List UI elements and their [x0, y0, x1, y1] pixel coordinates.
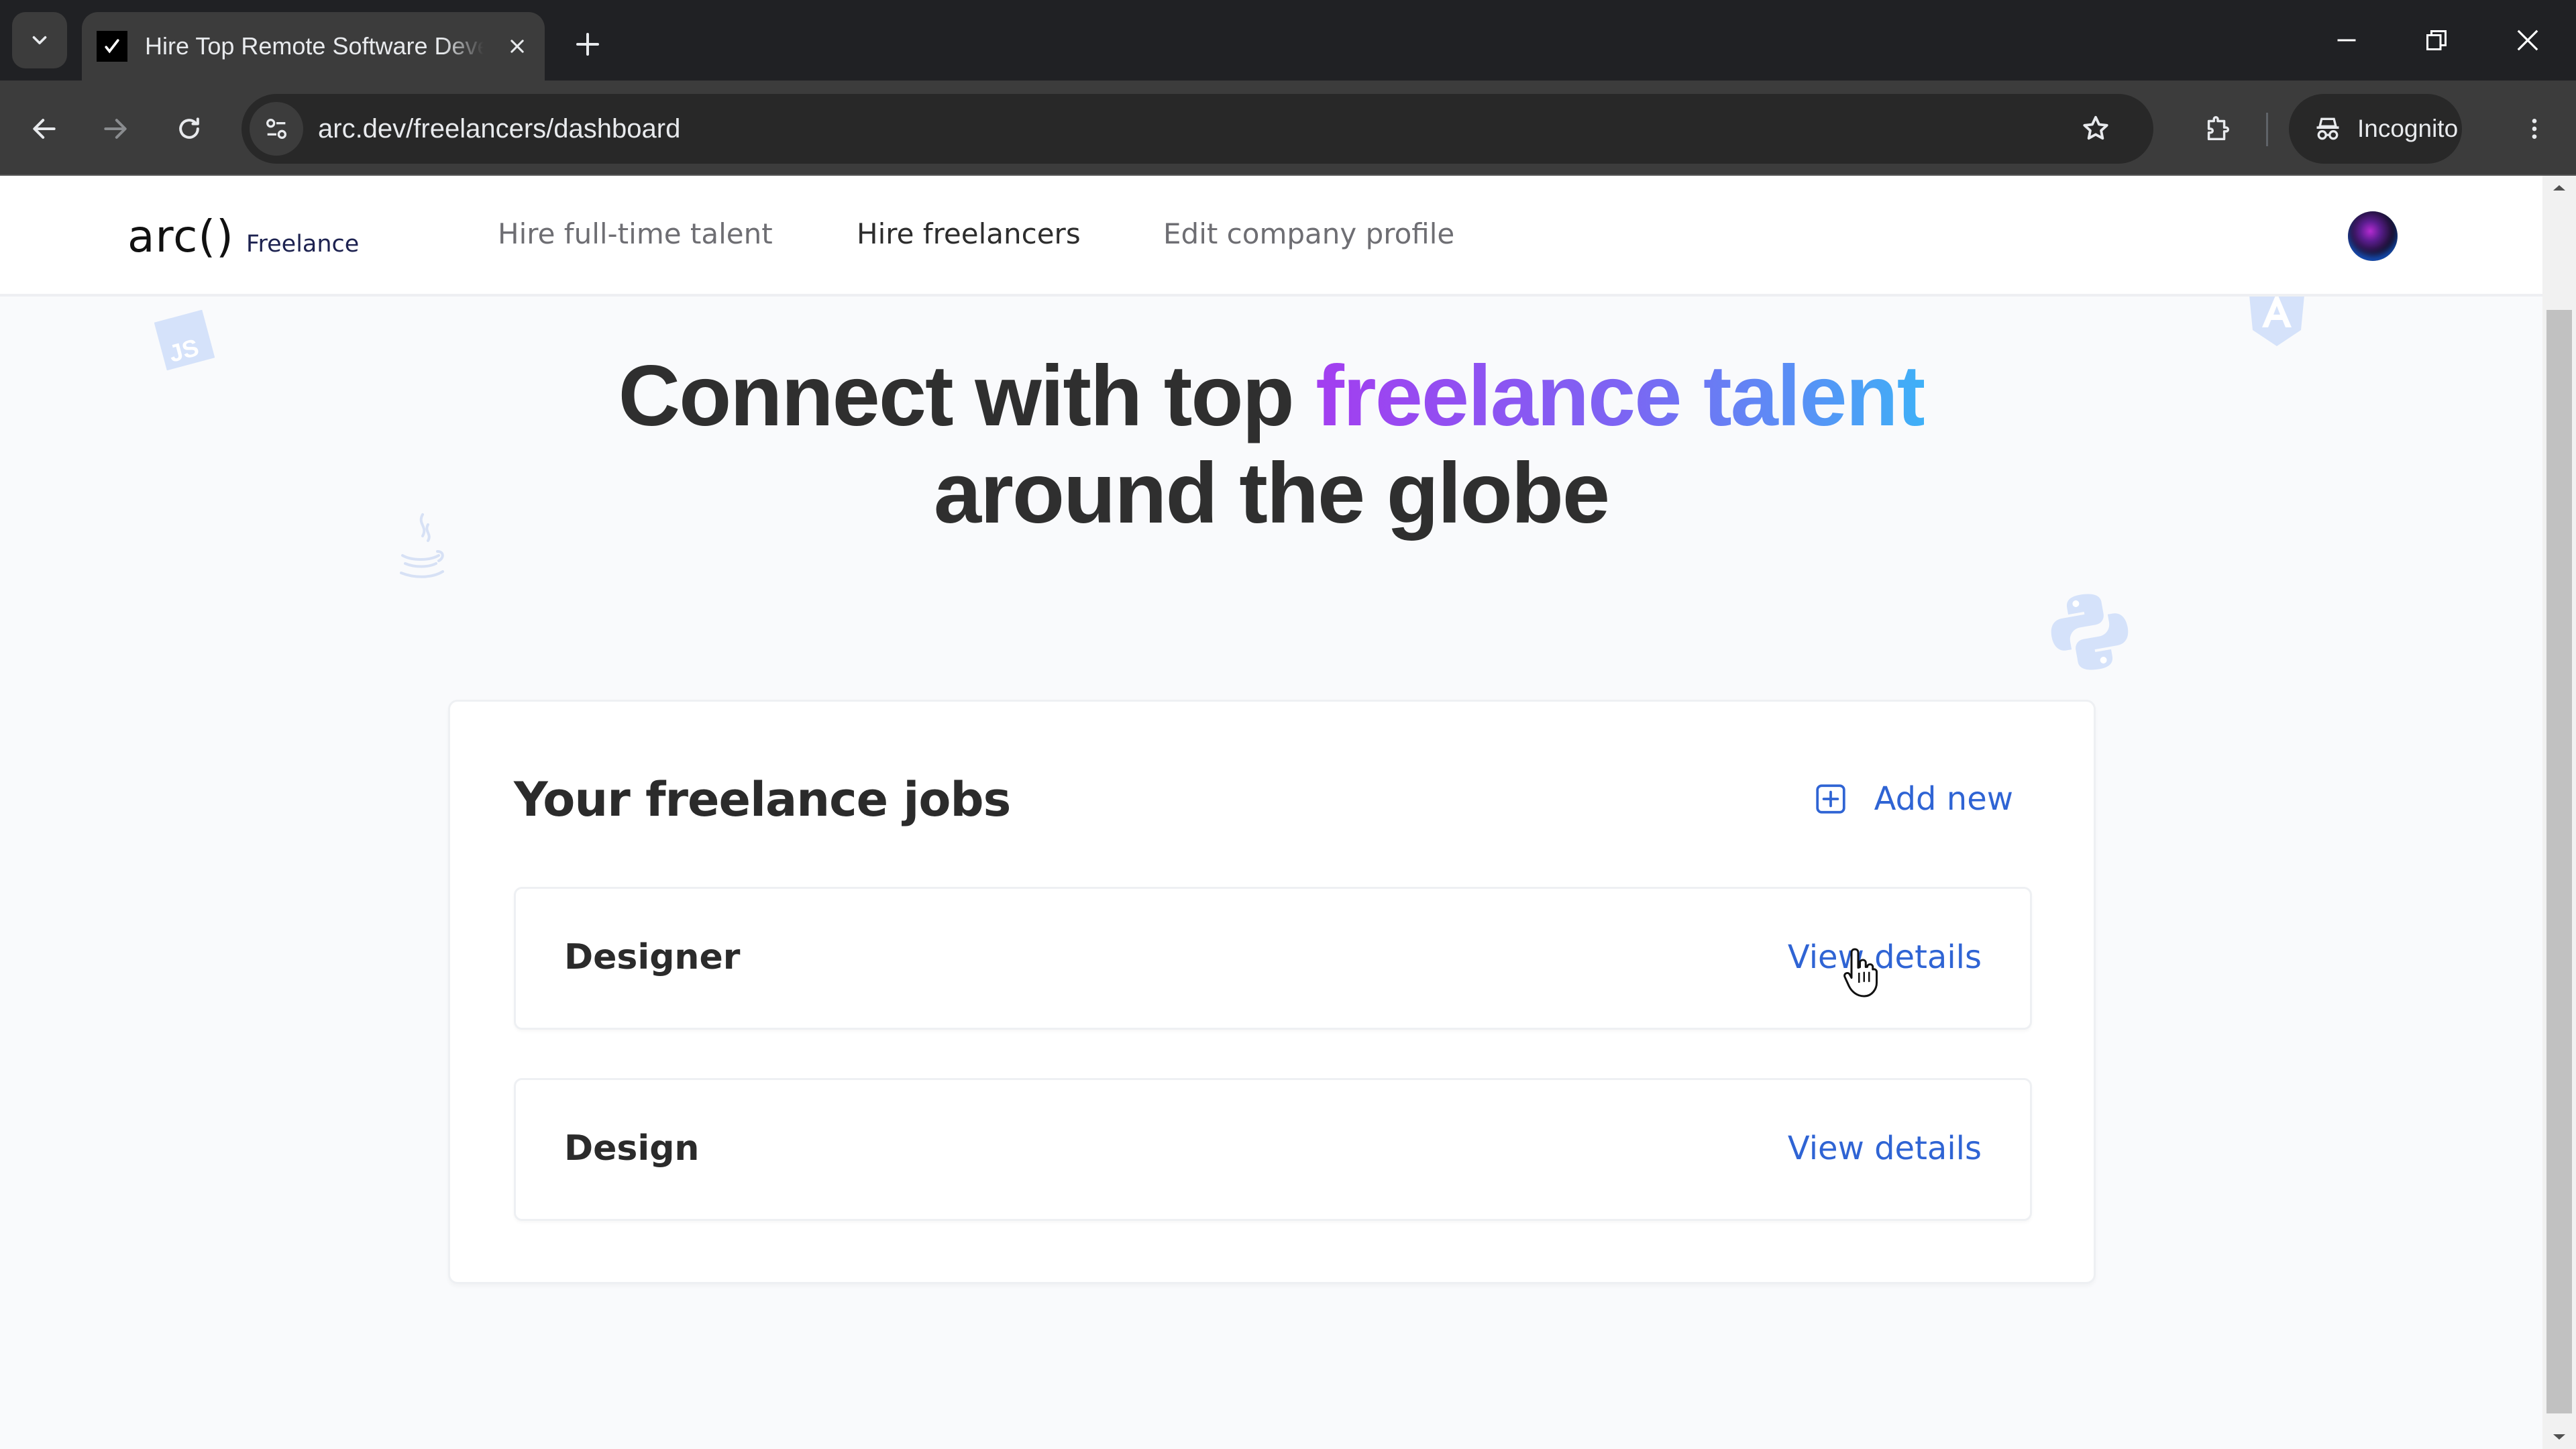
browser-toolbar: arc.dev/freelancers/dashboard Incognito — [0, 80, 2576, 176]
extensions-icon — [2207, 116, 2229, 141]
window-close-button[interactable] — [2494, 13, 2561, 67]
address-bar[interactable]: arc.dev/freelancers/dashboard — [241, 94, 2153, 164]
back-button[interactable] — [19, 103, 70, 154]
scroll-down-button[interactable] — [2542, 1417, 2576, 1444]
tab-strip: Hire Top Remote Software Developers — [0, 0, 2576, 80]
url-text[interactable]: arc.dev/freelancers/dashboard — [318, 114, 680, 144]
site-info-button[interactable] — [250, 102, 303, 156]
add-new-job-button[interactable]: Add new — [1814, 780, 2013, 818]
logo-mark: arc() — [127, 211, 234, 262]
reload-icon — [179, 117, 199, 139]
triangle-down-icon — [2553, 1434, 2565, 1440]
scrollbar-thumb[interactable] — [2546, 310, 2572, 1413]
restore-icon — [2426, 30, 2447, 50]
forward-button[interactable] — [90, 103, 141, 154]
new-tab-button[interactable] — [568, 24, 608, 64]
restore-button[interactable] — [2403, 13, 2470, 67]
close-icon — [511, 40, 524, 53]
incognito-icon — [2316, 117, 2339, 140]
job-row: Designer View details — [514, 887, 2032, 1030]
triangle-up-icon — [2553, 185, 2565, 191]
logo-subtitle: Freelance — [246, 231, 360, 258]
incognito-badge[interactable]: Incognito — [2289, 94, 2462, 164]
page-viewport: JS arc() Freelance Hire full-time talent… — [0, 176, 2542, 1449]
job-title: Design — [564, 1128, 700, 1169]
reload-button[interactable] — [164, 103, 215, 154]
chevron-down-icon — [32, 36, 47, 45]
tab-close-button[interactable] — [504, 33, 531, 60]
forward-icon — [104, 119, 127, 139]
view-details-link[interactable]: View details — [1788, 1130, 1982, 1167]
minimize-icon — [2337, 39, 2356, 42]
tab-title: Hire Top Remote Software Developers — [145, 32, 484, 60]
more-vert-icon — [2532, 119, 2537, 139]
star-icon — [2083, 115, 2108, 140]
nav-edit-company-profile[interactable]: Edit company profile — [1163, 217, 1454, 250]
job-title: Designer — [564, 937, 741, 977]
back-icon — [33, 119, 56, 139]
jobs-section-title: Your freelance jobs — [514, 772, 1011, 827]
bookmark-button[interactable] — [2076, 109, 2116, 149]
scroll-up-button[interactable] — [2542, 181, 2576, 208]
add-new-label: Add new — [1874, 780, 2013, 818]
user-avatar[interactable] — [2348, 211, 2398, 261]
browser-menu-button[interactable] — [2509, 103, 2560, 154]
site-header: arc() Freelance Hire full-time talent Hi… — [0, 176, 2542, 297]
plus-icon — [576, 33, 599, 56]
hero-highlight: freelance talent — [1316, 348, 1925, 444]
nav-hire-full-time-talent[interactable]: Hire full-time talent — [498, 217, 773, 250]
extensions-button[interactable] — [2192, 103, 2243, 154]
hero-heading-line-1: Connect with top freelance talent — [0, 347, 2542, 445]
plus-square-icon — [1815, 784, 1845, 814]
incognito-label: Incognito — [2357, 115, 2459, 142]
hand-pointer-cursor-icon — [1843, 948, 1878, 998]
minimize-button[interactable] — [2313, 13, 2380, 67]
toolbar-divider — [2266, 113, 2268, 146]
page-scrollbar[interactable] — [2542, 176, 2576, 1449]
arc-freelance-logo[interactable]: arc() Freelance — [127, 211, 359, 262]
view-details-link[interactable]: View details — [1788, 938, 1982, 976]
window-close-icon — [2517, 30, 2538, 51]
hero-prefix: Connect with top — [618, 348, 1295, 444]
site-info-icon — [266, 119, 286, 139]
tab-search-button[interactable] — [12, 12, 67, 68]
job-row: Design View details — [514, 1078, 2032, 1221]
python-icon — [2051, 594, 2129, 670]
nav-hire-freelancers[interactable]: Hire freelancers — [857, 217, 1081, 250]
browser-tab[interactable]: Hire Top Remote Software Developers — [82, 12, 545, 80]
hero-heading-line-2: around the globe — [933, 445, 1610, 541]
arc-check-icon — [97, 31, 127, 62]
angular-icon — [2249, 288, 2305, 346]
